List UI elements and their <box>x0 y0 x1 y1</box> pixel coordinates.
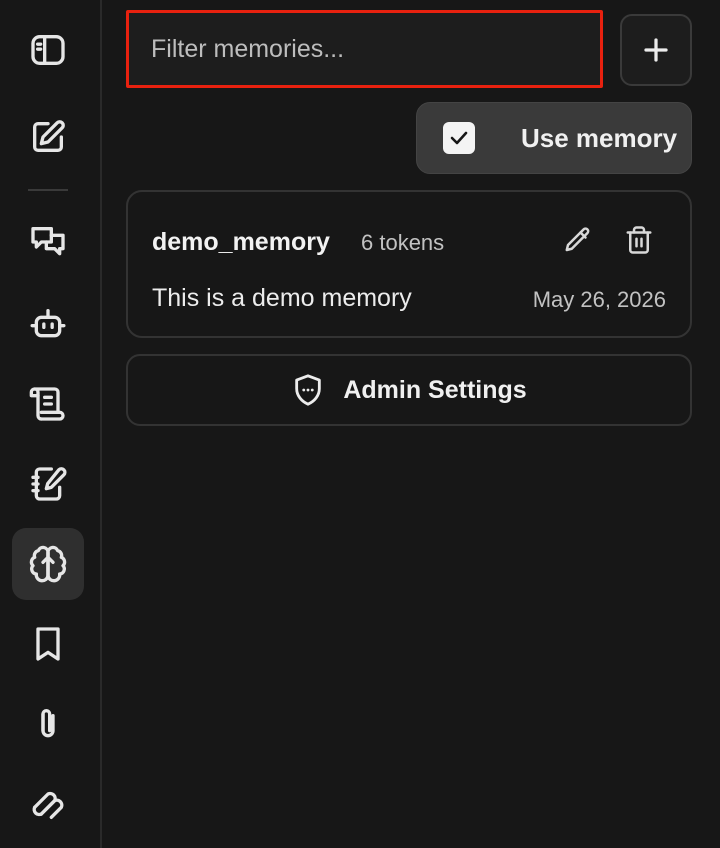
sidebar-panel-icon <box>31 35 65 65</box>
use-memory-label: Use memory <box>521 122 678 153</box>
bookmark-icon <box>36 627 60 661</box>
scroll-icon <box>29 387 65 421</box>
filter-memories-input[interactable] <box>126 10 603 88</box>
memory-token-count: 6 tokens <box>361 230 445 255</box>
sidebar-item-bookmarks[interactable] <box>12 608 84 680</box>
sidebar-item-memories[interactable] <box>12 528 84 600</box>
memory-name: demo_memory <box>152 228 330 256</box>
memory-content: This is a demo memory <box>152 284 412 312</box>
edit-memory-button[interactable] <box>558 220 598 260</box>
sidebar-divider <box>28 189 68 191</box>
memory-date: May 26, 2026 <box>532 287 666 312</box>
notebook-pen-icon <box>31 467 67 501</box>
edit-square-icon <box>33 120 65 152</box>
brain-icon <box>29 545 67 583</box>
shield-icon <box>295 374 322 406</box>
sidebar-toggle-button[interactable] <box>12 14 84 86</box>
plus-icon <box>644 38 668 62</box>
add-memory-button[interactable] <box>620 14 692 86</box>
use-memory-toggle[interactable]: Use memory <box>416 102 692 174</box>
sidebar-item-notes[interactable] <box>12 448 84 520</box>
trash-icon <box>626 226 652 254</box>
robot-icon <box>30 309 66 338</box>
app-root: Use memory demo_memory 6 tokens This is … <box>0 0 720 848</box>
sidebar-item-prompts[interactable] <box>12 368 84 440</box>
admin-settings-button[interactable]: Admin Settings <box>126 354 692 426</box>
chain-link-icon <box>32 791 64 819</box>
sidebar-item-chats[interactable] <box>12 206 84 278</box>
sidebar-item-more[interactable] <box>12 768 84 840</box>
use-memory-checkbox[interactable] <box>443 122 475 154</box>
paperclip-icon <box>41 709 55 738</box>
chat-bubbles-icon <box>31 227 65 256</box>
sidebar-item-agents[interactable] <box>12 288 84 360</box>
pencil-icon <box>565 227 590 252</box>
sidebar-item-attachments[interactable] <box>12 688 84 760</box>
admin-settings-label: Admin Settings <box>343 375 527 404</box>
sidebar-rail <box>0 0 102 848</box>
checkmark-icon <box>450 131 468 145</box>
memory-card: demo_memory 6 tokens This is a demo memo… <box>126 190 692 338</box>
delete-memory-button[interactable] <box>619 220 659 260</box>
new-chat-button[interactable] <box>12 101 84 173</box>
